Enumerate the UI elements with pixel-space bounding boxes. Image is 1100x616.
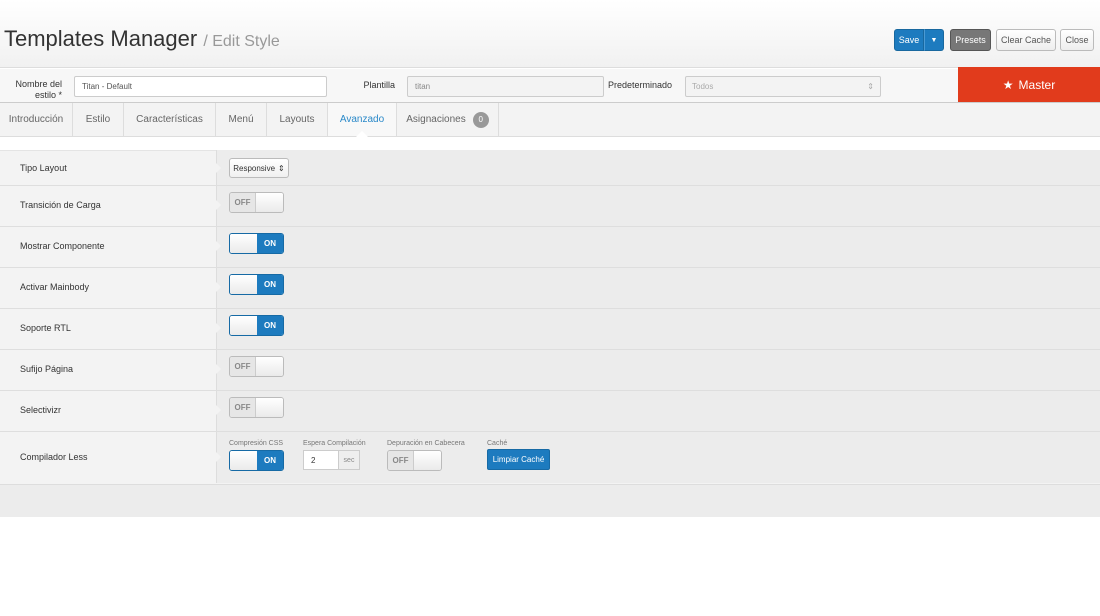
compilador-less-label: Compilador Less — [20, 452, 88, 462]
toggle-knob — [414, 451, 441, 470]
cache-label: Caché — [487, 440, 508, 447]
style-name-input[interactable]: Titan - Default — [74, 76, 327, 97]
toggle-knob — [230, 316, 257, 335]
clear-cache-button[interactable]: Clear Cache — [996, 29, 1056, 51]
template-input[interactable]: titan — [407, 76, 604, 97]
toggle-state-label: OFF — [230, 193, 257, 212]
transicion-carga-toggle[interactable]: OFF — [229, 192, 284, 213]
style-fields-bar: Nombre del estilo * Titan - Default Plan… — [0, 69, 1100, 103]
soporte-rtl-label: Soporte RTL — [20, 323, 71, 333]
selectivizr-label: Selectivizr — [20, 405, 62, 415]
tipo-layout-value: Responsive — [233, 163, 276, 173]
row-divider — [0, 308, 1100, 309]
page-title: Templates Manager / Edit Style — [4, 26, 280, 52]
save-dropdown-button[interactable]: ▼ — [924, 29, 944, 51]
mostrar-componente-label: Mostrar Componente — [20, 241, 105, 251]
row-divider — [0, 185, 1100, 186]
soporte-rtl-toggle[interactable]: ON — [229, 315, 284, 336]
default-select[interactable]: Todos ⇕ — [685, 76, 881, 97]
assignments-count-badge: 0 — [472, 111, 489, 128]
toggle-state-label: OFF — [230, 357, 257, 376]
tipo-layout-label: Tipo Layout — [20, 163, 67, 173]
row-pointer — [216, 323, 221, 333]
compresion-css-toggle[interactable]: ON — [229, 450, 284, 471]
toggle-state-label: ON — [256, 451, 283, 470]
sufijo-pagina-label: Sufijo Página — [20, 364, 74, 374]
compresion-css-label: Compresión CSS — [229, 440, 284, 447]
tab-asignaciones-label: Asignaciones — [406, 114, 466, 125]
page-header: Templates Manager / Edit Style Save ▼ Pr… — [0, 0, 1100, 68]
activar-mainbody-label: Activar Mainbody — [20, 282, 90, 292]
toggle-state-label: ON — [256, 316, 283, 335]
row-pointer — [216, 405, 221, 415]
row-divider — [0, 349, 1100, 350]
espera-unit-addon: sec — [338, 450, 360, 470]
title-subtitle: / Edit Style — [203, 33, 280, 50]
espera-compilacion-label: Espera Compilación — [303, 440, 366, 447]
toggle-knob — [256, 398, 283, 417]
depuracion-cabecera-label: Depuración en Cabecera — [387, 440, 465, 447]
row-pointer — [216, 163, 221, 173]
style-name-label: Nombre del estilo * — [15, 79, 62, 100]
espera-compilacion-input[interactable]: 2 — [303, 450, 339, 470]
tab-caracteristicas[interactable]: Características — [124, 103, 216, 136]
tab-bar: Introducción Estilo Características Menú… — [0, 103, 1100, 235]
row-divider — [0, 267, 1100, 268]
row-divider — [0, 226, 1100, 227]
toggle-state-label: ON — [256, 234, 283, 253]
row-pointer — [216, 452, 221, 462]
toggle-state-label: ON — [256, 275, 283, 294]
row-pointer — [216, 364, 221, 374]
row-divider — [0, 431, 1100, 432]
toggle-knob — [230, 234, 257, 253]
tab-estilo[interactable]: Estilo — [73, 103, 124, 136]
default-label: Predeterminado — [607, 80, 672, 90]
toggle-knob — [230, 275, 257, 294]
row-pointer — [216, 241, 221, 251]
tab-asignaciones[interactable]: Asignaciones 0 — [397, 103, 499, 136]
app-root: Templates Manager / Edit Style Save ▼ Pr… — [0, 0, 1100, 616]
selectivizr-toggle[interactable]: OFF — [229, 397, 284, 418]
master-label: Master — [1018, 77, 1056, 92]
row-pointer — [216, 282, 221, 292]
toggle-knob — [230, 451, 257, 470]
presets-button[interactable]: Presets — [950, 29, 991, 51]
tab-introduccion[interactable]: Introducción — [0, 103, 73, 136]
title-main: Templates Manager — [4, 26, 198, 51]
tab-menu[interactable]: Menú — [216, 103, 267, 136]
mostrar-componente-toggle[interactable]: ON — [229, 233, 284, 254]
toggle-state-label: OFF — [230, 398, 257, 417]
star-icon: ★ — [1002, 77, 1014, 92]
depuracion-cabecera-toggle[interactable]: OFF — [387, 450, 442, 471]
panel-footer — [0, 484, 1100, 517]
default-select-value: Todos — [692, 82, 714, 91]
caret-down-icon: ▼ — [930, 36, 938, 44]
row-divider — [0, 390, 1100, 391]
transicion-carga-label: Transición de Carga — [20, 200, 101, 210]
tab-layouts[interactable]: Layouts — [267, 103, 328, 136]
select-arrows-icon: ⇕ — [278, 163, 285, 173]
toggle-knob — [256, 357, 283, 376]
tipo-layout-select[interactable]: Responsive ⇕ — [229, 158, 289, 178]
save-button[interactable]: Save — [894, 29, 924, 51]
activar-mainbody-toggle[interactable]: ON — [229, 274, 284, 295]
limpiar-cache-button[interactable]: Limpiar Caché — [487, 449, 550, 470]
master-badge[interactable]: ★ Master — [958, 67, 1100, 102]
close-button[interactable]: Close — [1060, 29, 1094, 51]
active-tab-indicator — [356, 131, 368, 137]
settings-controls-column — [216, 150, 1100, 483]
template-label: Plantilla — [363, 80, 395, 90]
toggle-knob — [256, 193, 283, 212]
select-arrows-icon: ⇕ — [867, 82, 874, 91]
sufijo-pagina-toggle[interactable]: OFF — [229, 356, 284, 377]
row-pointer — [216, 200, 221, 210]
toggle-state-label: OFF — [388, 451, 415, 470]
